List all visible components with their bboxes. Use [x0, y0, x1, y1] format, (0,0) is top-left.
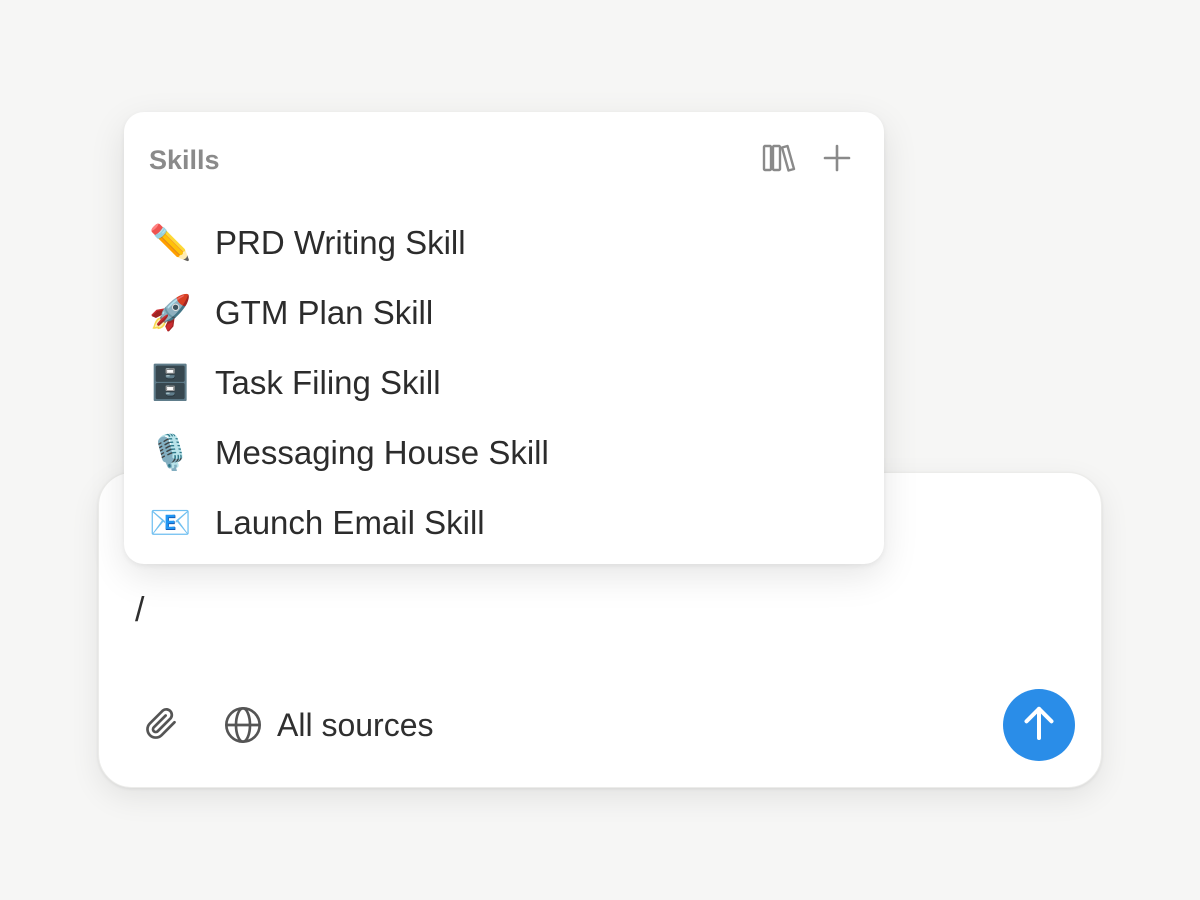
sources-label: All sources [277, 706, 434, 743]
skills-title: Skills [149, 144, 220, 175]
library-books-icon [762, 142, 796, 179]
microphone-icon: 🎙️ [149, 434, 192, 472]
skill-label: Messaging House Skill [215, 434, 549, 471]
file-cabinet-icon: 🗄️ [149, 364, 192, 402]
skill-item-messaging-house[interactable]: 🎙️ Messaging House Skill [149, 418, 864, 488]
skills-popover: Skills ✏️ PRD Writing Skill 🚀 GTM Plan S… [124, 112, 884, 564]
skills-actions [760, 141, 856, 179]
skill-list: ✏️ PRD Writing Skill 🚀 GTM Plan Skill 🗄️… [149, 208, 864, 558]
skills-library-button[interactable] [760, 141, 798, 179]
composer-toolbar: All sources [139, 689, 1075, 761]
skill-item-task-filing[interactable]: 🗄️ Task Filing Skill [149, 348, 864, 418]
sources-selector[interactable]: All sources [223, 705, 434, 745]
message-input[interactable]: / [135, 591, 145, 630]
arrow-up-icon [1019, 701, 1059, 750]
skill-label: GTM Plan Skill [215, 294, 434, 331]
skill-label: Task Filing Skill [215, 364, 441, 401]
skill-label: PRD Writing Skill [215, 224, 466, 261]
email-icon: 📧 [149, 504, 192, 542]
globe-icon [223, 705, 263, 745]
add-skill-button[interactable] [818, 141, 856, 179]
skills-header: Skills [149, 140, 856, 180]
stage: / All sources Skills ✏️ PRD Writing Skil… [0, 0, 1200, 900]
skill-item-prd-writing[interactable]: ✏️ PRD Writing Skill [149, 208, 864, 278]
attach-button[interactable] [139, 703, 183, 747]
send-button[interactable] [1003, 689, 1075, 761]
skill-item-launch-email[interactable]: 📧 Launch Email Skill [149, 488, 864, 558]
paperclip-icon [143, 703, 179, 748]
rocket-icon: 🚀 [149, 294, 192, 332]
pencil-icon: ✏️ [149, 224, 192, 262]
plus-icon [822, 143, 852, 178]
skill-label: Launch Email Skill [215, 504, 485, 541]
skill-item-gtm-plan[interactable]: 🚀 GTM Plan Skill [149, 278, 864, 348]
